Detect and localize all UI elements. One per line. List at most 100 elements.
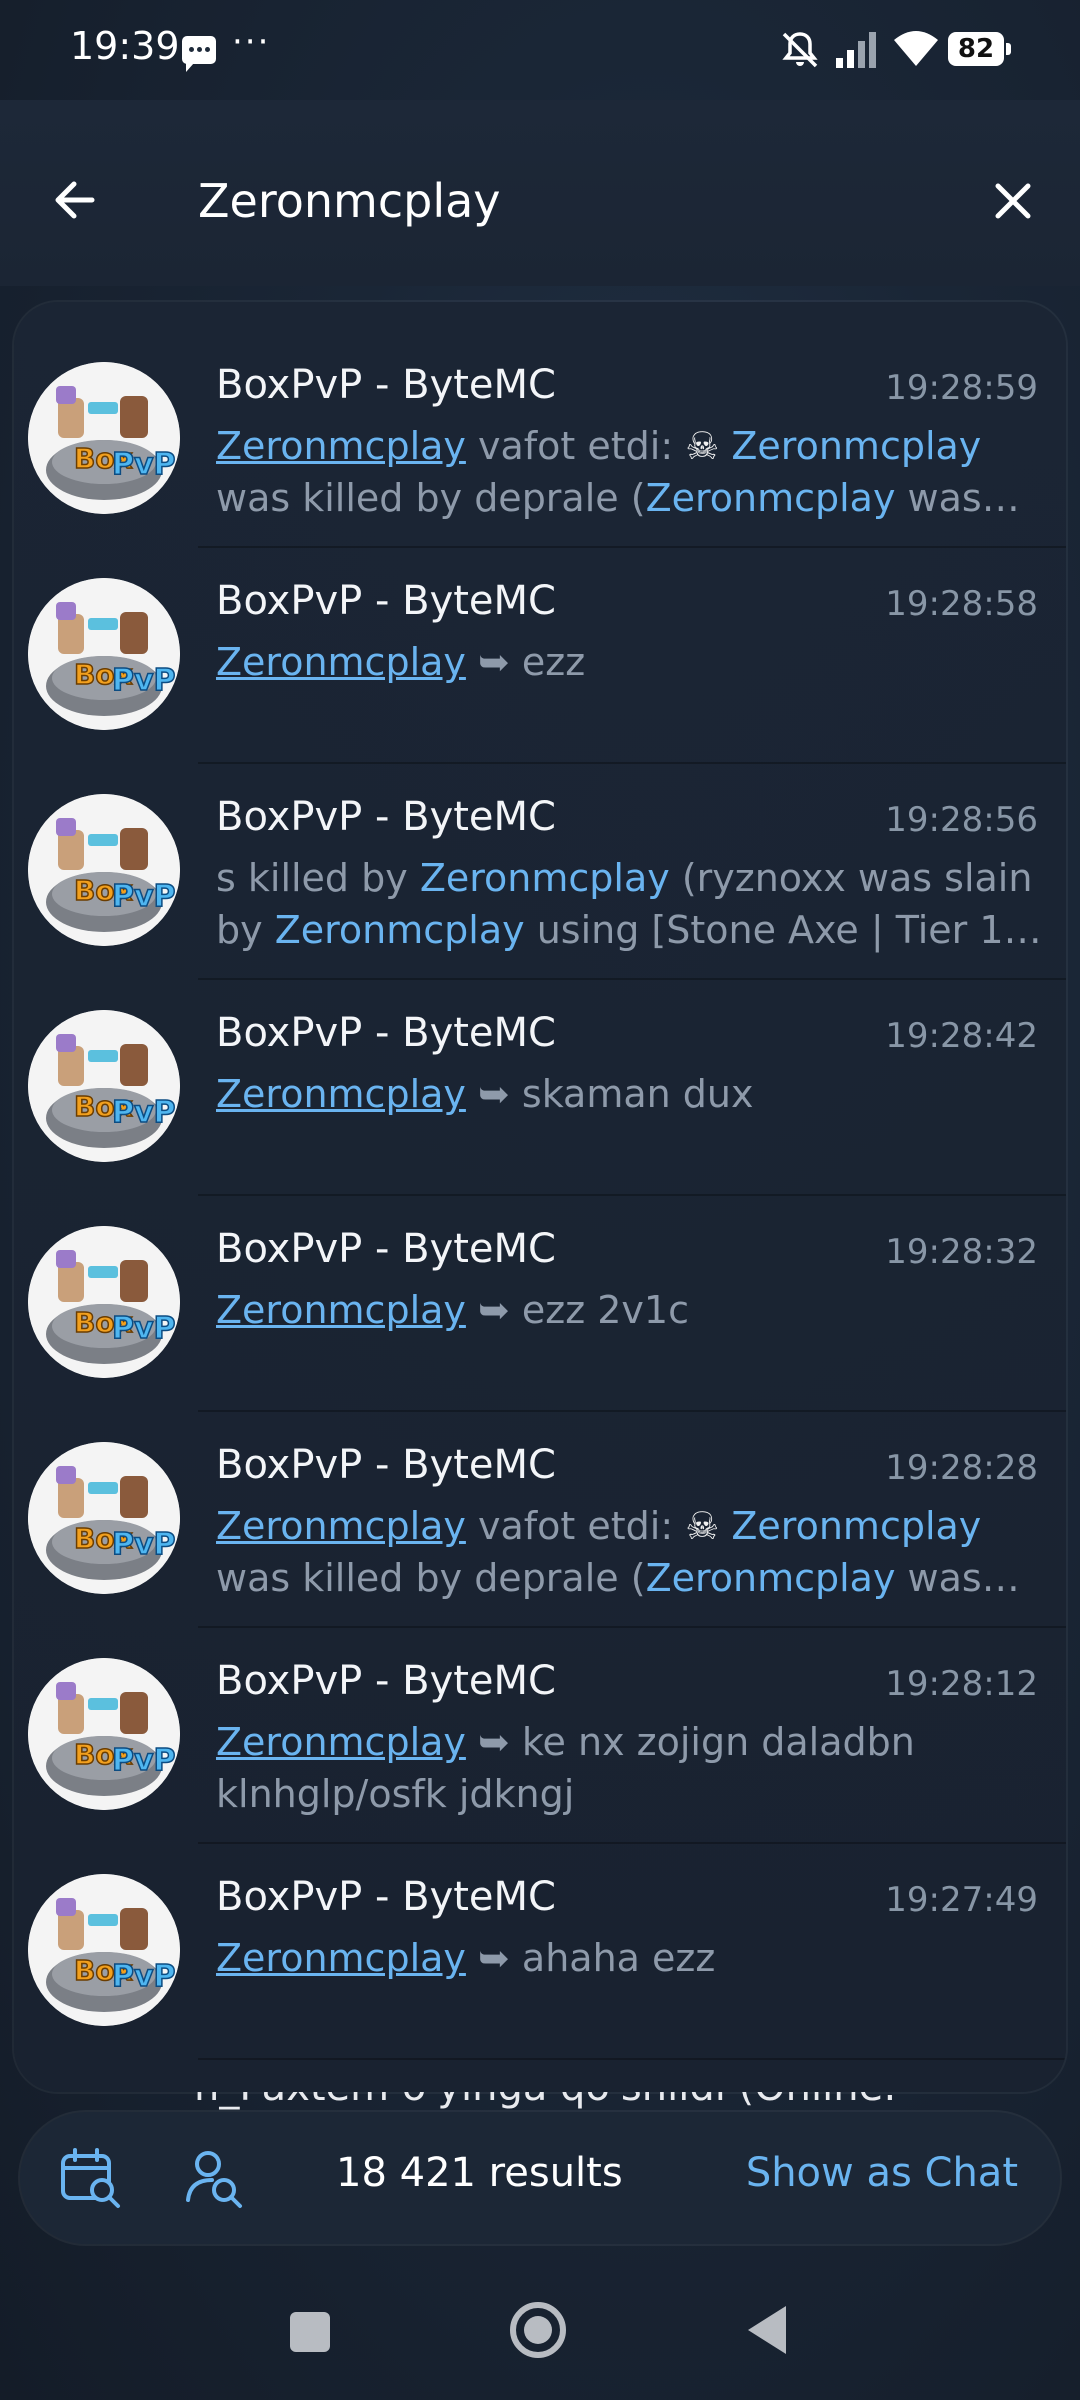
search-result-row[interactable]: Box PvP BoxPvP - ByteMC 19:28:59 Zeronmcpl…: [14, 332, 1066, 548]
preview-line: Zeronmcplay ➥ ezz: [216, 636, 1046, 688]
svg-text:PvP: PvP: [112, 1743, 176, 1778]
result-message-preview: Zeronmcplay ➥ ezz 2v1c: [216, 1284, 1046, 1336]
chat-avatar: Box PvP: [28, 362, 180, 514]
battery-icon: 82: [948, 32, 1011, 66]
highlighted-match: Zeronmcplay: [731, 424, 982, 468]
highlighted-match: Zeronmcplay: [645, 1556, 896, 1600]
chat-avatar: Box PvP: [28, 1226, 180, 1378]
search-result-row[interactable]: Box PvP BoxPvP - ByteMC 19:28:42 Zeronmcpl…: [14, 980, 1066, 1196]
preview-text: (ryznoxx was slain: [669, 856, 1033, 900]
home-icon[interactable]: [510, 2302, 566, 2358]
result-timestamp: 19:27:49: [885, 1880, 1038, 1920]
result-count: 18 421 results: [336, 2150, 623, 2196]
user-search-icon[interactable]: [182, 2146, 248, 2212]
close-icon[interactable]: [978, 166, 1048, 236]
search-header: [0, 100, 1080, 286]
result-timestamp: 19:28:59: [885, 368, 1038, 408]
preview-text: skaman dux: [521, 1072, 754, 1116]
signal-icon: [836, 32, 876, 68]
recents-icon[interactable]: [290, 2312, 330, 2352]
result-chat-title: BoxPvP - ByteMC: [216, 1874, 556, 1920]
preview-line: klnhglp/osfk jdkngj: [216, 1768, 1046, 1820]
preview-line: was killed by deprale (Zeronmcplay was…: [216, 472, 1046, 524]
search-result-row[interactable]: Box PvP BoxPvP - ByteMC 19:28:58 Zeronmcpl…: [14, 548, 1066, 764]
result-chat-title: BoxPvP - ByteMC: [216, 1010, 556, 1056]
result-timestamp: 19:28:58: [885, 584, 1038, 624]
search-result-row[interactable]: Box PvP BoxPvP - ByteMC 19:28:28 Zeronmcpl…: [14, 1412, 1066, 1628]
search-result-row[interactable]: Box PvP BoxPvP - ByteMC 19:28:12 Zeronmcpl…: [14, 1628, 1066, 1844]
preview-line: Zeronmcplay vafot etdi: ☠ Zeronmcplay: [216, 420, 1046, 472]
preview-text: ➥: [465, 1288, 522, 1332]
preview-text: vafot etdi:: [465, 424, 686, 468]
preview-line: Zeronmcplay ➥ ke nx zojign daladbn: [216, 1716, 1046, 1768]
preview-text: klnhglp/osfk jdkngj: [216, 1772, 575, 1816]
skull-emoji: ☠: [685, 424, 720, 468]
chat-avatar: Box PvP: [28, 578, 180, 730]
result-timestamp: 19:28:12: [885, 1664, 1038, 1704]
highlighted-match: Zeronmcplay: [216, 1504, 466, 1548]
preview-text: was…: [895, 476, 1020, 520]
preview-text: ke nx zojign daladbn: [521, 1720, 915, 1764]
preview-line: Zeronmcplay ➥ ahaha ezz: [216, 1932, 1046, 1984]
result-chat-title: BoxPvP - ByteMC: [216, 578, 556, 624]
chat-avatar: Box PvP: [28, 1442, 180, 1594]
partially-hidden-result: n_Paxtem o'yinga qo'shildi (Online:: [0, 2092, 1080, 2110]
result-chat-title: BoxPvP - ByteMC: [216, 1658, 556, 1704]
result-timestamp: 19:28:56: [885, 800, 1038, 840]
svg-text:PvP: PvP: [112, 447, 176, 482]
highlighted-match: Zeronmcplay: [274, 908, 525, 952]
highlighted-match: Zeronmcplay: [216, 640, 466, 684]
highlighted-match: Zeronmcplay: [216, 1072, 466, 1116]
preview-text: using [Stone Axe | Tier 1])…: [524, 908, 1046, 952]
chat-avatar: Box PvP: [28, 794, 180, 946]
highlighted-match: Zeronmcplay: [419, 856, 670, 900]
svg-text:PvP: PvP: [112, 879, 176, 914]
preview-text: was…: [895, 1556, 1020, 1600]
result-message-preview: s killed by Zeronmcplay (ryznoxx was sla…: [216, 852, 1046, 956]
svg-text:PvP: PvP: [112, 1959, 176, 1994]
preview-text: ahaha ezz: [521, 1936, 716, 1980]
system-nav-bar: [0, 2270, 1080, 2400]
preview-text: was killed by deprale (: [216, 1556, 646, 1600]
result-message-preview: Zeronmcplay ➥ ahaha ezz: [216, 1932, 1046, 1984]
svg-text:PvP: PvP: [112, 1527, 176, 1562]
search-result-row[interactable]: Box PvP BoxPvP - ByteMC 19:28:32 Zeronmcpl…: [14, 1196, 1066, 1412]
preview-text: was killed by deprale (: [216, 476, 646, 520]
preview-text: ezz 2v1c: [521, 1288, 689, 1332]
chat-avatar: Box PvP: [28, 1874, 180, 2026]
calendar-search-icon[interactable]: [58, 2146, 124, 2212]
preview-line: s killed by Zeronmcplay (ryznoxx was sla…: [216, 852, 1046, 904]
row-divider: [198, 2058, 1066, 2060]
highlighted-match: Zeronmcplay: [216, 1936, 466, 1980]
highlighted-match: Zeronmcplay: [731, 1504, 982, 1548]
status-bar: 19:39 ··· 82: [0, 0, 1080, 100]
back-arrow-icon[interactable]: [40, 164, 112, 236]
message-icon: [182, 36, 216, 72]
result-timestamp: 19:28:32: [885, 1232, 1038, 1272]
result-chat-title: BoxPvP - ByteMC: [216, 794, 556, 840]
back-icon[interactable]: [748, 2306, 786, 2354]
result-message-preview: Zeronmcplay ➥ skaman dux: [216, 1068, 1046, 1120]
result-message-preview: Zeronmcplay ➥ ke nx zojign daladbn klnhgl…: [216, 1716, 1046, 1820]
peek-result-text: n_Paxtem o'yinga qo'shildi (Online:: [194, 2092, 897, 2110]
search-input[interactable]: [198, 166, 958, 236]
result-timestamp: 19:28:28: [885, 1448, 1038, 1488]
chat-avatar: Box PvP: [28, 1010, 180, 1162]
result-message-preview: Zeronmcplay ➥ ezz: [216, 636, 1046, 688]
search-result-row[interactable]: Box PvP BoxPvP - ByteMC 19:27:49 Zeronmcpl…: [14, 1844, 1066, 2060]
result-timestamp: 19:28:42: [885, 1016, 1038, 1056]
preview-line: Zeronmcplay ➥ skaman dux: [216, 1068, 1046, 1120]
preview-line: Zeronmcplay ➥ ezz 2v1c: [216, 1284, 1046, 1336]
show-as-chat-button[interactable]: Show as Chat: [746, 2150, 1018, 2196]
result-chat-title: BoxPvP - ByteMC: [216, 362, 556, 408]
search-bottom-bar: 18 421 results Show as Chat: [20, 2112, 1060, 2244]
search-result-row[interactable]: Box PvP BoxPvP - ByteMC 19:28:56 s killed …: [14, 764, 1066, 980]
svg-text:PvP: PvP: [112, 1311, 176, 1346]
preview-text: ➥: [465, 1720, 522, 1764]
result-chat-title: BoxPvP - ByteMC: [216, 1442, 556, 1488]
status-time: 19:39: [70, 24, 180, 68]
search-results-list: Box PvP BoxPvP - ByteMC 19:28:59 Zeronmcpl…: [14, 302, 1066, 2092]
preview-text: [719, 424, 731, 468]
highlighted-match: Zeronmcplay: [216, 1720, 466, 1764]
result-chat-title: BoxPvP - ByteMC: [216, 1226, 556, 1272]
